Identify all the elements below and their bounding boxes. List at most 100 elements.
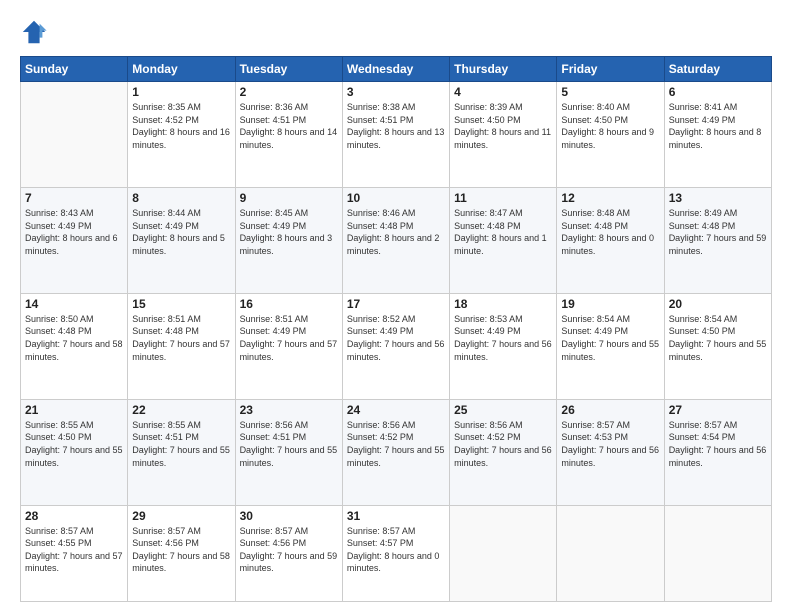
weekday-header-thursday: Thursday (450, 57, 557, 82)
day-number: 15 (132, 297, 230, 311)
calendar-cell: 24 Sunrise: 8:56 AMSunset: 4:52 PMDayligh… (342, 399, 449, 505)
calendar-cell: 17 Sunrise: 8:52 AMSunset: 4:49 PMDayligh… (342, 293, 449, 399)
day-number: 31 (347, 509, 445, 523)
calendar-cell: 9 Sunrise: 8:45 AMSunset: 4:49 PMDaylight… (235, 187, 342, 293)
week-row-3: 21 Sunrise: 8:55 AMSunset: 4:50 PMDayligh… (21, 399, 772, 505)
day-number: 13 (669, 191, 767, 205)
day-number: 24 (347, 403, 445, 417)
calendar-cell: 13 Sunrise: 8:49 AMSunset: 4:48 PMDayligh… (664, 187, 771, 293)
calendar-cell: 20 Sunrise: 8:54 AMSunset: 4:50 PMDayligh… (664, 293, 771, 399)
day-number: 10 (347, 191, 445, 205)
calendar-cell: 12 Sunrise: 8:48 AMSunset: 4:48 PMDayligh… (557, 187, 664, 293)
calendar-cell (21, 82, 128, 188)
day-number: 12 (561, 191, 659, 205)
day-number: 6 (669, 85, 767, 99)
day-number: 23 (240, 403, 338, 417)
day-info: Sunrise: 8:55 AMSunset: 4:50 PMDaylight:… (25, 419, 123, 469)
day-number: 3 (347, 85, 445, 99)
day-info: Sunrise: 8:40 AMSunset: 4:50 PMDaylight:… (561, 101, 659, 151)
day-number: 27 (669, 403, 767, 417)
calendar-cell (557, 505, 664, 601)
day-info: Sunrise: 8:39 AMSunset: 4:50 PMDaylight:… (454, 101, 552, 151)
calendar-cell: 23 Sunrise: 8:56 AMSunset: 4:51 PMDayligh… (235, 399, 342, 505)
weekday-header-friday: Friday (557, 57, 664, 82)
day-info: Sunrise: 8:57 AMSunset: 4:57 PMDaylight:… (347, 525, 445, 575)
weekday-header-monday: Monday (128, 57, 235, 82)
calendar-cell: 3 Sunrise: 8:38 AMSunset: 4:51 PMDaylight… (342, 82, 449, 188)
weekday-header-wednesday: Wednesday (342, 57, 449, 82)
day-info: Sunrise: 8:53 AMSunset: 4:49 PMDaylight:… (454, 313, 552, 363)
day-info: Sunrise: 8:54 AMSunset: 4:50 PMDaylight:… (669, 313, 767, 363)
day-number: 25 (454, 403, 552, 417)
day-info: Sunrise: 8:57 AMSunset: 4:56 PMDaylight:… (132, 525, 230, 575)
day-info: Sunrise: 8:57 AMSunset: 4:53 PMDaylight:… (561, 419, 659, 469)
calendar-cell: 21 Sunrise: 8:55 AMSunset: 4:50 PMDayligh… (21, 399, 128, 505)
day-number: 22 (132, 403, 230, 417)
day-number: 26 (561, 403, 659, 417)
day-number: 2 (240, 85, 338, 99)
day-number: 20 (669, 297, 767, 311)
calendar-cell: 18Sunrise: 8:53 AMSunset: 4:49 PMDayligh… (450, 293, 557, 399)
calendar-cell (664, 505, 771, 601)
day-number: 28 (25, 509, 123, 523)
day-info: Sunrise: 8:57 AMSunset: 4:54 PMDaylight:… (669, 419, 767, 469)
day-number: 7 (25, 191, 123, 205)
calendar-cell (450, 505, 557, 601)
logo-icon (20, 18, 48, 46)
day-info: Sunrise: 8:38 AMSunset: 4:51 PMDaylight:… (347, 101, 445, 151)
day-number: 16 (240, 297, 338, 311)
day-info: Sunrise: 8:43 AMSunset: 4:49 PMDaylight:… (25, 207, 123, 257)
day-number: 29 (132, 509, 230, 523)
calendar-cell: 2 Sunrise: 8:36 AMSunset: 4:51 PMDaylight… (235, 82, 342, 188)
week-row-2: 14 Sunrise: 8:50 AMSunset: 4:48 PMDayligh… (21, 293, 772, 399)
day-info: Sunrise: 8:51 AMSunset: 4:48 PMDaylight:… (132, 313, 230, 363)
day-info: Sunrise: 8:54 AMSunset: 4:49 PMDaylight:… (561, 313, 659, 363)
day-info: Sunrise: 8:51 AMSunset: 4:49 PMDaylight:… (240, 313, 338, 363)
day-number: 1 (132, 85, 230, 99)
day-info: Sunrise: 8:41 AMSunset: 4:49 PMDaylight:… (669, 101, 767, 151)
day-info: Sunrise: 8:55 AMSunset: 4:51 PMDaylight:… (132, 419, 230, 469)
day-info: Sunrise: 8:50 AMSunset: 4:48 PMDaylight:… (25, 313, 123, 363)
calendar-cell: 11Sunrise: 8:47 AMSunset: 4:48 PMDayligh… (450, 187, 557, 293)
calendar-cell: 19 Sunrise: 8:54 AMSunset: 4:49 PMDayligh… (557, 293, 664, 399)
week-row-1: 7 Sunrise: 8:43 AMSunset: 4:49 PMDaylight… (21, 187, 772, 293)
weekday-header-row: SundayMondayTuesdayWednesdayThursdayFrid… (21, 57, 772, 82)
page: SundayMondayTuesdayWednesdayThursdayFrid… (0, 0, 792, 612)
day-info: Sunrise: 8:35 AMSunset: 4:52 PMDaylight:… (132, 101, 230, 151)
calendar-cell: 6 Sunrise: 8:41 AMSunset: 4:49 PMDaylight… (664, 82, 771, 188)
day-info: Sunrise: 8:46 AMSunset: 4:48 PMDaylight:… (347, 207, 445, 257)
calendar-cell: 31 Sunrise: 8:57 AMSunset: 4:57 PMDayligh… (342, 505, 449, 601)
day-number: 14 (25, 297, 123, 311)
day-info: Sunrise: 8:49 AMSunset: 4:48 PMDaylight:… (669, 207, 767, 257)
calendar-cell: 7 Sunrise: 8:43 AMSunset: 4:49 PMDaylight… (21, 187, 128, 293)
day-number: 30 (240, 509, 338, 523)
day-info: Sunrise: 8:57 AMSunset: 4:56 PMDaylight:… (240, 525, 338, 575)
calendar-cell: 1 Sunrise: 8:35 AMSunset: 4:52 PMDaylight… (128, 82, 235, 188)
day-info: Sunrise: 8:57 AMSunset: 4:55 PMDaylight:… (25, 525, 123, 575)
calendar-cell: 30 Sunrise: 8:57 AMSunset: 4:56 PMDayligh… (235, 505, 342, 601)
day-number: 5 (561, 85, 659, 99)
calendar-cell: 29 Sunrise: 8:57 AMSunset: 4:56 PMDayligh… (128, 505, 235, 601)
day-number: 11 (454, 191, 552, 205)
day-info: Sunrise: 8:56 AMSunset: 4:52 PMDaylight:… (347, 419, 445, 469)
day-info: Sunrise: 8:52 AMSunset: 4:49 PMDaylight:… (347, 313, 445, 363)
day-number: 17 (347, 297, 445, 311)
calendar-cell: 22 Sunrise: 8:55 AMSunset: 4:51 PMDayligh… (128, 399, 235, 505)
calendar-cell: 4Sunrise: 8:39 AMSunset: 4:50 PMDaylight… (450, 82, 557, 188)
header (20, 18, 772, 46)
logo (20, 18, 52, 46)
weekday-header-tuesday: Tuesday (235, 57, 342, 82)
day-number: 19 (561, 297, 659, 311)
calendar-cell: 14 Sunrise: 8:50 AMSunset: 4:48 PMDayligh… (21, 293, 128, 399)
day-info: Sunrise: 8:45 AMSunset: 4:49 PMDaylight:… (240, 207, 338, 257)
day-info: Sunrise: 8:36 AMSunset: 4:51 PMDaylight:… (240, 101, 338, 151)
calendar-cell: 28 Sunrise: 8:57 AMSunset: 4:55 PMDayligh… (21, 505, 128, 601)
day-info: Sunrise: 8:44 AMSunset: 4:49 PMDaylight:… (132, 207, 230, 257)
weekday-header-saturday: Saturday (664, 57, 771, 82)
day-number: 9 (240, 191, 338, 205)
day-info: Sunrise: 8:56 AMSunset: 4:51 PMDaylight:… (240, 419, 338, 469)
calendar-cell: 16 Sunrise: 8:51 AMSunset: 4:49 PMDayligh… (235, 293, 342, 399)
day-info: Sunrise: 8:48 AMSunset: 4:48 PMDaylight:… (561, 207, 659, 257)
calendar-cell: 25Sunrise: 8:56 AMSunset: 4:52 PMDayligh… (450, 399, 557, 505)
day-number: 21 (25, 403, 123, 417)
